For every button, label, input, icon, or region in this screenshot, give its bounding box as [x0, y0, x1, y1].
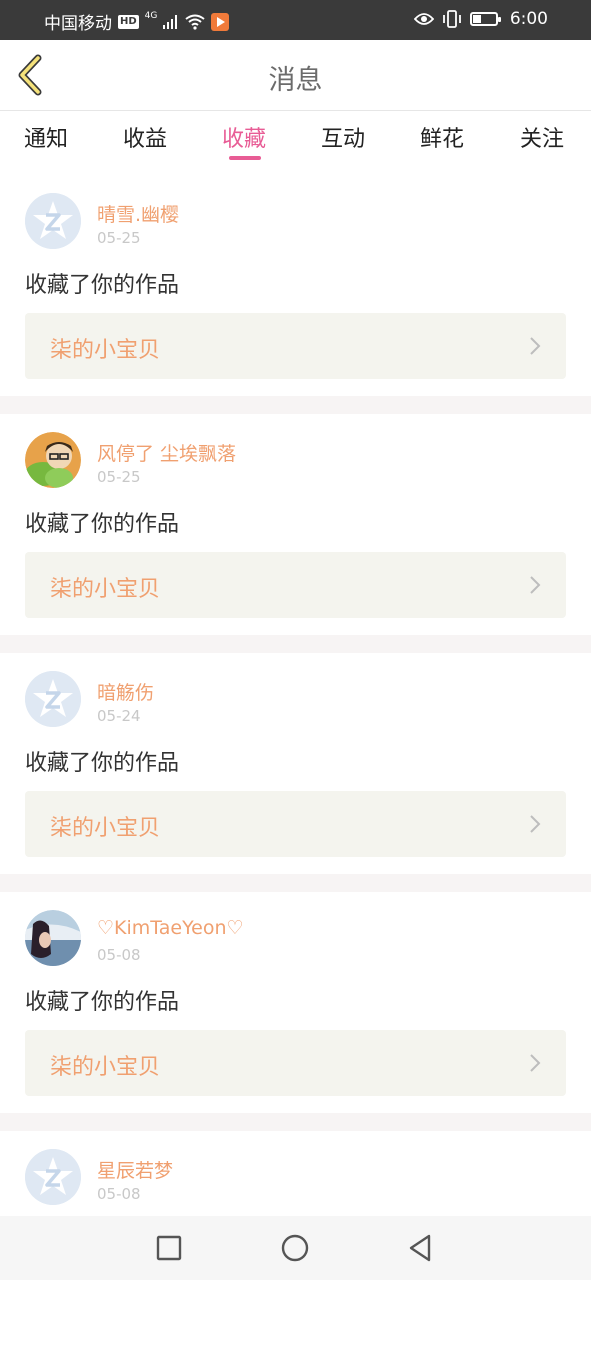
work-title: 柒的小宝贝: [50, 577, 161, 602]
message-list: 晴雪.幽樱 05-25 收藏了你的作品 柒的小宝贝 风停了 尘埃飘落 05-25…: [0, 175, 591, 1352]
action-text: 收藏了你的作品: [25, 990, 180, 1015]
status-bar: 中国移动 HD 4G 6:00: [0, 0, 591, 40]
date: 05-08: [97, 946, 141, 964]
username[interactable]: 晴雪.幽樱: [97, 200, 179, 227]
hd-badge: HD: [118, 14, 139, 29]
vibrate-icon: [442, 10, 461, 28]
username[interactable]: ♡KimTaeYeon♡: [97, 917, 244, 939]
signal-icon: [163, 14, 178, 29]
username[interactable]: 星辰若梦: [97, 1156, 173, 1183]
chevron-right-icon: [530, 1054, 541, 1072]
work-card[interactable]: 柒的小宝贝: [25, 1030, 566, 1096]
triangle-back-icon[interactable]: [405, 1232, 437, 1264]
list-item: ♡KimTaeYeon♡ 05-08 收藏了你的作品 柒的小宝贝: [0, 892, 591, 1113]
status-right: 6:00: [413, 9, 548, 29]
action-text: 收藏了你的作品: [25, 273, 180, 298]
list-item: 晴雪.幽樱 05-25 收藏了你的作品 柒的小宝贝: [0, 175, 591, 396]
default-avatar-icon[interactable]: [25, 1149, 81, 1205]
active-tab-indicator: [229, 156, 261, 160]
work-card[interactable]: 柒的小宝贝: [25, 791, 566, 857]
carrier-label: 中国移动: [44, 14, 112, 34]
work-title: 柒的小宝贝: [50, 1055, 161, 1080]
square-recents-icon[interactable]: [153, 1232, 185, 1264]
tab-interaction[interactable]: 互动: [321, 121, 365, 153]
wifi-icon: [185, 14, 205, 30]
date: 05-08: [97, 1185, 141, 1203]
default-avatar-icon[interactable]: [25, 671, 81, 727]
divider: [0, 635, 591, 653]
tab-earnings[interactable]: 收益: [123, 121, 167, 153]
clock: 6:00: [509, 9, 548, 29]
battery-icon: [469, 12, 501, 26]
list-item: 暗觞伤 05-24 收藏了你的作品 柒的小宝贝: [0, 653, 591, 874]
divider: [0, 396, 591, 414]
list-item: 风停了 尘埃飘落 05-25 收藏了你的作品 柒的小宝贝: [0, 414, 591, 635]
work-card[interactable]: 柒的小宝贝: [25, 552, 566, 618]
network-type: 4G: [144, 10, 158, 21]
username[interactable]: 暗觞伤: [97, 678, 154, 705]
system-nav-bar: [0, 1216, 591, 1280]
chevron-right-icon: [530, 815, 541, 833]
chevron-right-icon: [530, 576, 541, 594]
tab-favorites[interactable]: 收藏: [222, 121, 266, 153]
status-left: 中国移动 HD 4G: [44, 9, 230, 34]
header: 消息: [0, 40, 591, 111]
page-title: 消息: [268, 65, 323, 96]
action-text: 收藏了你的作品: [25, 751, 180, 776]
tab-bar: 通知 收益 收藏 互动 鲜花 关注: [0, 111, 591, 167]
user-photo-avatar[interactable]: [25, 432, 81, 488]
tab-following[interactable]: 关注: [520, 121, 564, 153]
date: 05-25: [97, 468, 141, 486]
username[interactable]: 风停了 尘埃飘落: [97, 439, 236, 466]
default-avatar-icon[interactable]: [25, 193, 81, 249]
divider: [0, 874, 591, 892]
app-notification-icon: [211, 12, 230, 31]
work-title: 柒的小宝贝: [50, 816, 161, 841]
eye-icon: [413, 13, 434, 25]
action-text: 收藏了你的作品: [25, 512, 180, 537]
divider: [0, 1113, 591, 1131]
date: 05-25: [97, 229, 141, 247]
tab-notify[interactable]: 通知: [24, 121, 68, 153]
chevron-right-icon: [530, 337, 541, 355]
work-title: 柒的小宝贝: [50, 338, 161, 363]
user-photo-avatar[interactable]: [25, 910, 81, 966]
tab-flowers[interactable]: 鲜花: [420, 121, 464, 153]
date: 05-24: [97, 707, 141, 725]
circle-home-icon[interactable]: [279, 1232, 311, 1264]
work-card[interactable]: 柒的小宝贝: [25, 313, 566, 379]
